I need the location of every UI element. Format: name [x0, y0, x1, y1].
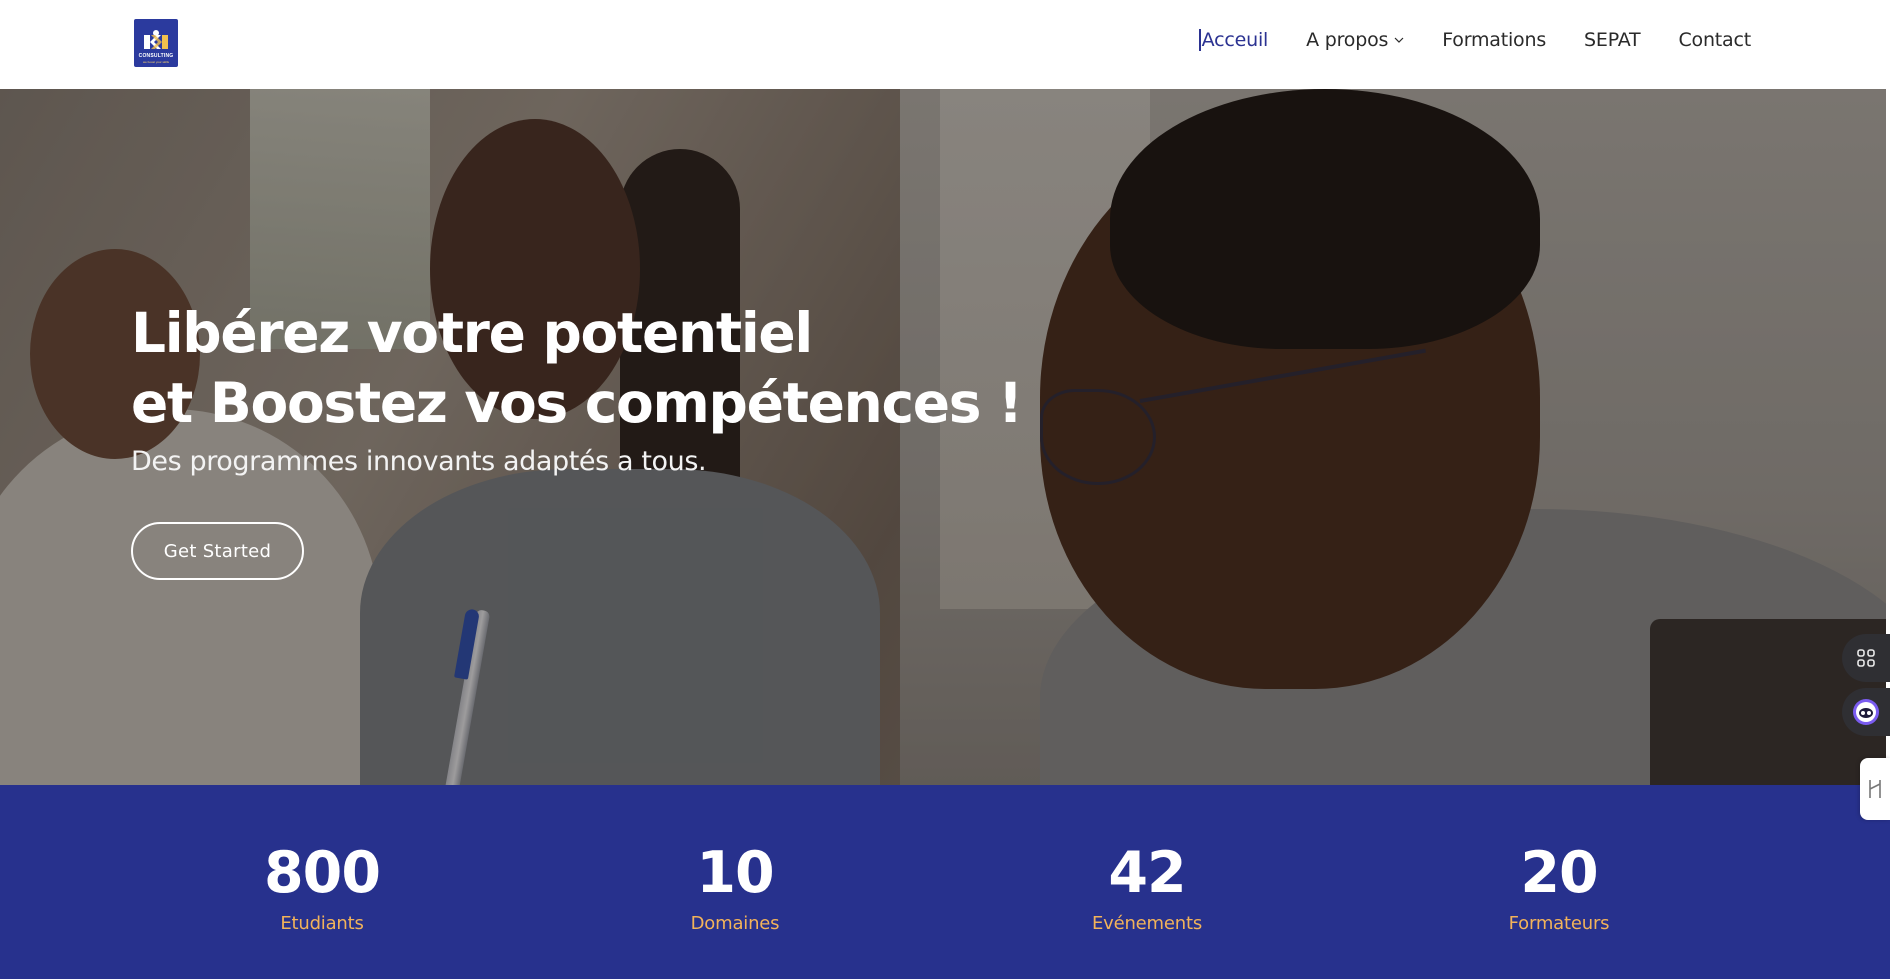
brand-logo[interactable]: CONSULTING we boost your skills: [134, 19, 178, 67]
stat-domaines: 10 Domaines: [585, 785, 885, 934]
nav-item-label: SEPAT: [1584, 29, 1641, 51]
nav-item-acceuil[interactable]: Acceuil: [1198, 29, 1269, 51]
nav-item-formations[interactable]: Formations: [1442, 29, 1546, 51]
main-nav: Acceuil A propos Formations SEPAT Contac…: [1161, 29, 1751, 51]
stat-value: 20: [1520, 840, 1598, 906]
stat-value: 800: [264, 840, 381, 906]
hero-subtitle: Des programmes innovants adaptés a tous.: [131, 446, 707, 477]
logo-text: CONSULTING: [138, 53, 174, 59]
assistant-bot-icon: [1853, 699, 1879, 725]
apps-grid-icon: [1857, 649, 1875, 667]
nav-item-label: Acceuil: [1201, 29, 1269, 51]
hero-section: Libérez votre potentiel et Boostez vos c…: [0, 89, 1886, 785]
apps-tool-button[interactable]: [1842, 634, 1890, 682]
nav-item-contact[interactable]: Contact: [1678, 29, 1751, 51]
nav-item-label: A propos: [1306, 29, 1389, 51]
stat-evenements: 42 Evénements: [997, 785, 1297, 934]
stat-etudiants: 800 Etudiants: [172, 785, 472, 934]
stats-section: 800 Etudiants 10 Domaines 42 Evénements …: [0, 785, 1890, 979]
hero-title-line2: et Boostez vos compétences !: [131, 371, 1023, 435]
chevron-down-icon: [1394, 37, 1404, 43]
assistant-tool-button[interactable]: [1842, 688, 1890, 736]
stat-label: Etudiants: [280, 913, 364, 934]
logo-mark-icon: [144, 30, 168, 49]
logo-tagline: we boost your skills: [142, 60, 169, 64]
stat-label: Domaines: [690, 913, 780, 934]
side-panel-handle[interactable]: [1860, 758, 1890, 820]
drag-handle-icon: [1869, 780, 1881, 798]
hero-title: Libérez votre potentiel et Boostez vos c…: [131, 298, 1023, 438]
stat-label: Evénements: [1091, 913, 1203, 934]
get-started-button[interactable]: Get Started: [131, 522, 304, 580]
site-header: CONSULTING we boost your skills Acceuil …: [0, 0, 1890, 89]
nav-item-label: Formations: [1442, 29, 1547, 51]
nav-item-sepat[interactable]: SEPAT: [1584, 29, 1641, 51]
nav-item-label: Contact: [1678, 29, 1751, 51]
nav-item-a-propos[interactable]: A propos: [1306, 29, 1404, 51]
stat-formateurs: 20 Formateurs: [1409, 785, 1709, 934]
hero-title-line1: Libérez votre potentiel: [131, 301, 813, 365]
stat-label: Formateurs: [1508, 913, 1610, 934]
stat-value: 10: [696, 840, 774, 906]
stat-value: 42: [1108, 840, 1186, 906]
